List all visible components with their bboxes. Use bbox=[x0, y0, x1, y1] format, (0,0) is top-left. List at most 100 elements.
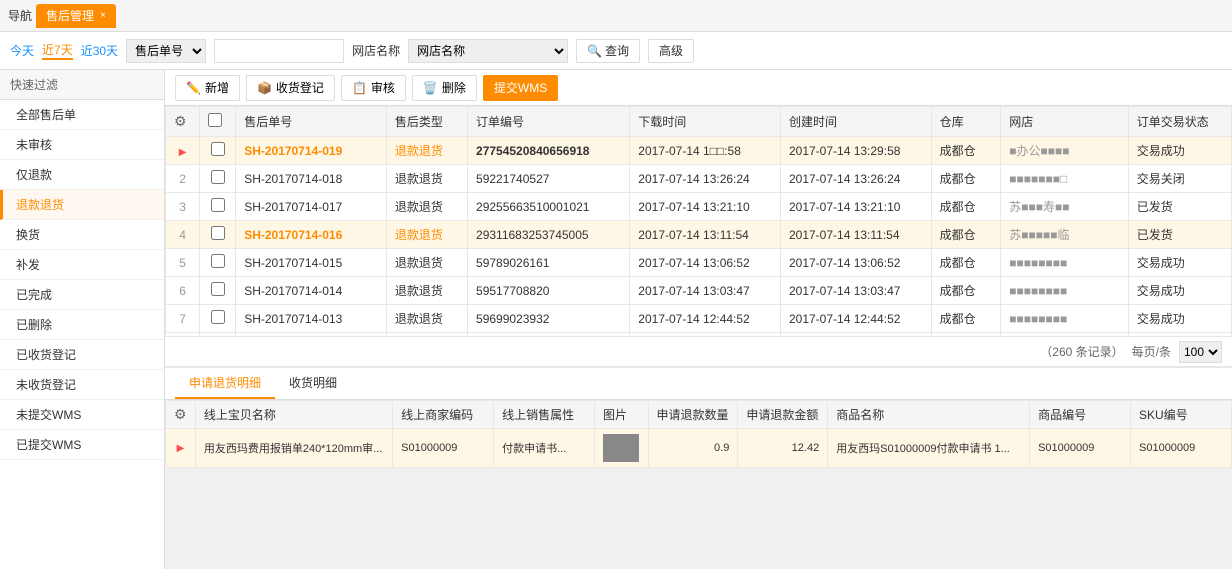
table-row[interactable]: 7SH-20170714-013退款退货596990239322017-07-1… bbox=[166, 305, 1232, 333]
sidebar-item-refund-return[interactable]: 退款退货 bbox=[0, 190, 164, 220]
filter-7days[interactable]: 近7天 bbox=[42, 41, 73, 60]
delete-button[interactable]: 🗑️ 删除 bbox=[412, 75, 477, 101]
receive-register-button[interactable]: 📦 收货登记 bbox=[246, 75, 335, 101]
detail-col-gear[interactable]: ⚙ bbox=[166, 401, 196, 429]
table-row[interactable]: 5SH-20170714-015退款退货597890261612017-07-1… bbox=[166, 249, 1232, 277]
detail-tab-receive[interactable]: 收货明细 bbox=[275, 368, 351, 399]
row-aftersale-no: SH-20170714-015 bbox=[236, 249, 387, 277]
detail-col-img: 图片 bbox=[595, 401, 648, 429]
sidebar-item-refund-only[interactable]: 仅退款 bbox=[0, 160, 164, 190]
select-all-checkbox[interactable] bbox=[208, 113, 222, 127]
sidebar-item-completed[interactable]: 已完成 bbox=[0, 280, 164, 310]
action-bar: ✏️ 新增 📦 收货登记 📋 审核 🗑️ 删除 提交WMS bbox=[165, 70, 1232, 106]
row-warehouse: 成都仓 bbox=[931, 137, 1001, 165]
row-status: 交易成功 bbox=[1128, 305, 1231, 333]
filter-type-select[interactable]: 售后单号 bbox=[126, 39, 206, 63]
row-checkbox[interactable] bbox=[211, 254, 225, 268]
table-row[interactable]: 4SH-20170714-016退款退货29311683253745005201… bbox=[166, 221, 1232, 249]
row-shop: ■■■■■■■■ bbox=[1001, 249, 1129, 277]
sidebar-item-deleted[interactable]: 已删除 bbox=[0, 310, 164, 340]
row-checkbox-cell[interactable] bbox=[200, 221, 236, 249]
sidebar-item-supplement[interactable]: 补发 bbox=[0, 250, 164, 280]
detail-row-play[interactable]: ▶ bbox=[166, 429, 196, 468]
col-gear[interactable]: ⚙ bbox=[166, 107, 200, 137]
delete-icon: 🗑️ bbox=[423, 81, 438, 95]
submit-wms-button[interactable]: 提交WMS bbox=[483, 75, 558, 101]
row-download-time: 2017-07-14 13:06:52 bbox=[630, 249, 781, 277]
row-create-time: 2017-07-14 13:11:54 bbox=[780, 221, 931, 249]
row-checkbox[interactable] bbox=[211, 198, 225, 212]
detail-play-icon[interactable]: ▶ bbox=[177, 443, 185, 454]
table-row[interactable]: 6SH-20170714-014退款退货595177088202017-07-1… bbox=[166, 277, 1232, 305]
shop-label: 网店名称 bbox=[352, 42, 400, 59]
nav-tab-aftersale[interactable]: 售后管理 × bbox=[36, 4, 116, 28]
gear-icon[interactable]: ⚙ bbox=[174, 113, 187, 129]
sidebar-item-all[interactable]: 全部售后单 bbox=[0, 100, 164, 130]
detail-amount: 12.42 bbox=[738, 429, 828, 468]
row-checkbox[interactable] bbox=[211, 282, 225, 296]
row-shop: ■■■■■■■■ bbox=[1001, 305, 1129, 333]
row-checkbox-cell[interactable] bbox=[200, 249, 236, 277]
row-checkbox-cell[interactable] bbox=[200, 193, 236, 221]
play-icon[interactable]: ▶ bbox=[179, 147, 187, 158]
sidebar-item-not-wms[interactable]: 未提交WMS bbox=[0, 400, 164, 430]
row-checkbox-cell[interactable] bbox=[200, 137, 236, 165]
filter-input[interactable] bbox=[214, 39, 344, 63]
row-checkbox-cell[interactable] bbox=[200, 305, 236, 333]
row-checkbox[interactable] bbox=[211, 142, 225, 156]
sidebar-item-not-received[interactable]: 未收货登记 bbox=[0, 370, 164, 400]
shop-select[interactable]: 网店名称 bbox=[408, 39, 568, 63]
row-shop: 苏■■■■■临 bbox=[1001, 221, 1129, 249]
col-download: 下载时间 bbox=[630, 107, 781, 137]
row-index: 2 bbox=[166, 165, 200, 193]
product-image bbox=[603, 434, 639, 462]
col-order: 订单编号 bbox=[468, 107, 630, 137]
sidebar: 快速过滤 全部售后单 未审核 仅退款 退款退货 换货 补发 已完成 已删除 已收… bbox=[0, 70, 165, 569]
row-aftersale-no: SH-20170714-014 bbox=[236, 277, 387, 305]
audit-label: 审核 bbox=[371, 79, 395, 96]
total-records: （260 条记录） bbox=[1040, 343, 1123, 360]
advanced-button[interactable]: 高级 bbox=[648, 39, 694, 63]
row-order-no: 27754520840656918 bbox=[468, 137, 630, 165]
row-download-time: 2017-07-14 13:21:10 bbox=[630, 193, 781, 221]
row-warehouse: 成都仓 bbox=[931, 277, 1001, 305]
detail-col-name: 线上宝贝名称 bbox=[195, 401, 392, 429]
col-status: 订单交易状态 bbox=[1128, 107, 1231, 137]
col-warehouse: 仓库 bbox=[931, 107, 1001, 137]
table-row[interactable]: 3SH-20170714-017退款退货29255663510001021201… bbox=[166, 193, 1232, 221]
row-checkbox-cell[interactable] bbox=[200, 165, 236, 193]
row-create-time: 2017-07-14 13:26:24 bbox=[780, 165, 931, 193]
sidebar-item-wms[interactable]: 已提交WMS bbox=[0, 430, 164, 460]
per-page-select[interactable]: 100 bbox=[1179, 341, 1222, 363]
row-download-time: 2017-07-14 13:11:54 bbox=[630, 221, 781, 249]
filter-30days[interactable]: 近30天 bbox=[81, 42, 118, 59]
sidebar-item-pending[interactable]: 未审核 bbox=[0, 130, 164, 160]
detail-tab-return[interactable]: 申请退货明细 bbox=[175, 368, 275, 399]
nav-tab-close-icon[interactable]: × bbox=[100, 10, 106, 21]
add-icon: ✏️ bbox=[186, 81, 201, 95]
row-order-no: 59517708820 bbox=[468, 277, 630, 305]
row-checkbox[interactable] bbox=[211, 310, 225, 324]
row-checkbox-cell[interactable] bbox=[200, 277, 236, 305]
search-label: 查询 bbox=[605, 42, 629, 59]
row-shop: 苏■■■寿■■ bbox=[1001, 193, 1129, 221]
filter-today[interactable]: 今天 bbox=[10, 42, 34, 59]
row-type: 退款退货 bbox=[386, 165, 467, 193]
row-download-time: 2017-07-14 13:26:24 bbox=[630, 165, 781, 193]
table-row[interactable]: ▶SH-20170714-019退款退货27754520840656918201… bbox=[166, 137, 1232, 165]
detail-gear-icon[interactable]: ⚙ bbox=[174, 406, 187, 422]
row-index: ▶ bbox=[166, 137, 200, 165]
detail-table: ⚙ 线上宝贝名称 线上商家编码 线上销售属性 图片 申请退款数量 申请退款金额 … bbox=[165, 400, 1232, 468]
row-checkbox[interactable] bbox=[211, 226, 225, 240]
row-order-no: 59221740527 bbox=[468, 165, 630, 193]
sidebar-item-received[interactable]: 已收货登记 bbox=[0, 340, 164, 370]
table-row[interactable]: 2SH-20170714-018退款退货592217405272017-07-1… bbox=[166, 165, 1232, 193]
search-button[interactable]: 🔍 查询 bbox=[576, 39, 640, 63]
add-button[interactable]: ✏️ 新增 bbox=[175, 75, 240, 101]
row-download-time: 2017-07-14 1□□:58 bbox=[630, 137, 781, 165]
audit-button[interactable]: 📋 审核 bbox=[341, 75, 406, 101]
delete-label: 删除 bbox=[442, 79, 466, 96]
sidebar-item-exchange[interactable]: 换货 bbox=[0, 220, 164, 250]
row-checkbox[interactable] bbox=[211, 170, 225, 184]
row-index: 3 bbox=[166, 193, 200, 221]
